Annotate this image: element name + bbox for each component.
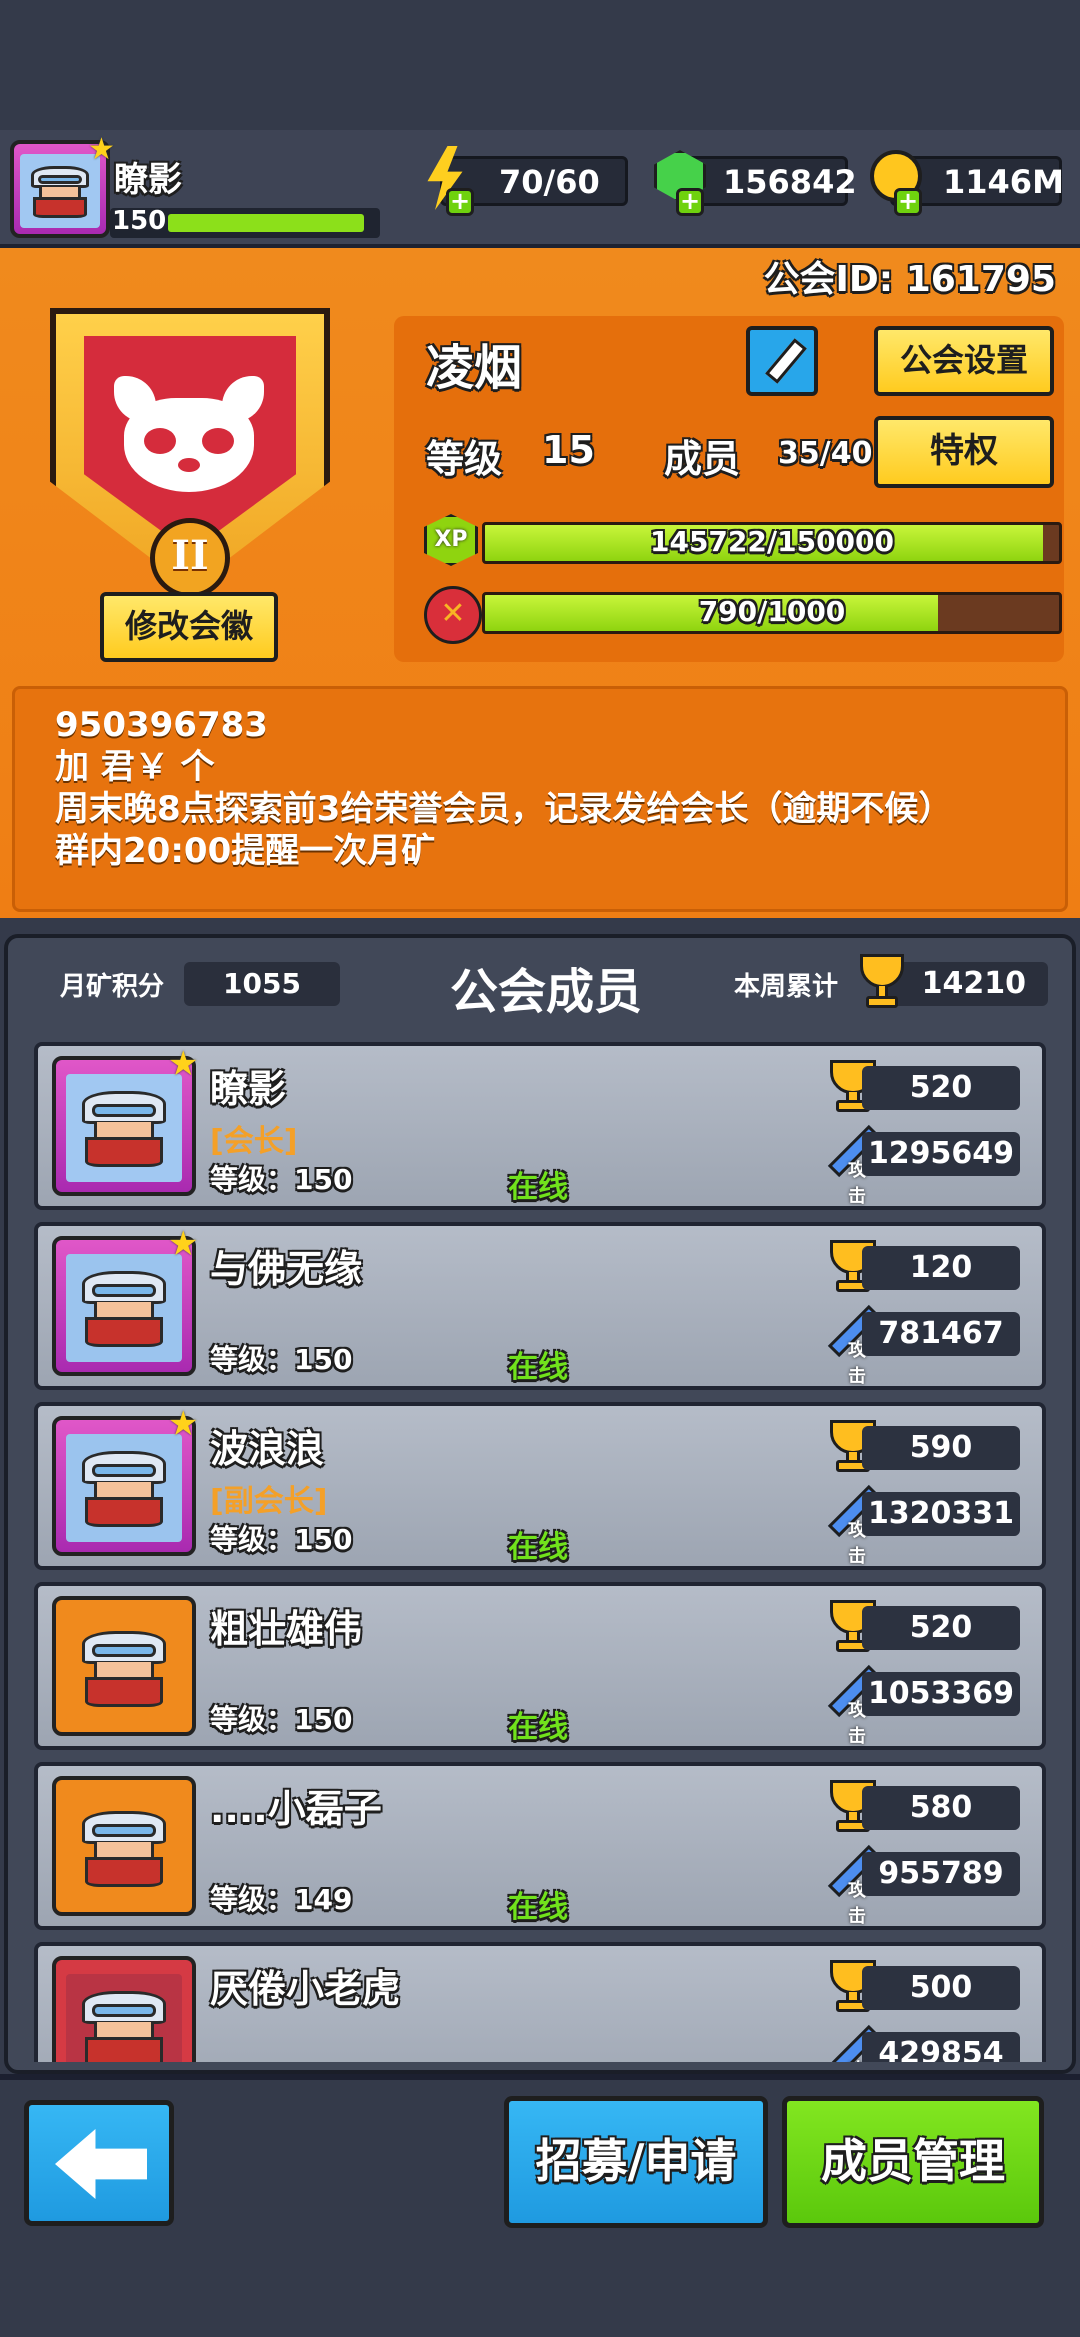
guild-level-label: 等级 — [426, 437, 503, 481]
edit-emblem-label: 修改会徽 — [124, 607, 253, 645]
notice-line: 950396783 — [55, 705, 268, 745]
member-avatar — [52, 1776, 196, 1916]
star-icon: ★ — [168, 1404, 199, 1444]
member-name: 粗壮雄伟 — [210, 1607, 363, 1651]
edit-emblem-button[interactable]: 修改会徽 — [100, 592, 278, 662]
member-row[interactable]: 厌倦小老虎等级：139500攻击429854 — [34, 1942, 1046, 2062]
add-energy-icon[interactable]: + — [446, 188, 474, 216]
guild-notice[interactable]: 950396783 加 君￥ 个 周末晚8点探索前3给荣誉会员，记录发给会长（逾… — [12, 686, 1068, 912]
red-panda-icon — [114, 376, 264, 494]
member-row[interactable]: 粗壮雄伟 等级：150 在线 520 攻击 1053369 — [34, 1582, 1046, 1750]
crossed-axes-icon: ✕ — [424, 586, 482, 644]
member-level: 等级：150 — [210, 1343, 353, 1376]
member-status: 在线 — [508, 1170, 568, 1205]
members-title: 公会成员 — [450, 964, 643, 1020]
recruit-apply-button[interactable]: 招募/申请 — [504, 2096, 768, 2228]
edit-name-button[interactable] — [746, 326, 818, 396]
monthly-mine-number: 1055 — [223, 967, 301, 1000]
members-list[interactable]: ★ 瞭影 [会长] 等级：150 在线 520 攻击 1295649 ★ 与佛无缘 等级：150 在线… — [20, 1030, 1060, 2062]
member-attack: 1320331 — [862, 1492, 1020, 1536]
member-row[interactable]: ★ 波浪浪 [副会长] 等级：150 在线 590 攻击 1320331 — [34, 1402, 1046, 1570]
rank-numeral: II — [171, 532, 209, 579]
member-trophies: 120 — [862, 1246, 1020, 1290]
member-avatar — [52, 1956, 196, 2062]
arrow-left-icon — [55, 2129, 147, 2199]
member-status: 在线 — [508, 1530, 568, 1565]
player-xp-bar: 150 — [110, 206, 380, 238]
notice-line: 周末晚8点探索前3给荣誉会员，记录发给会长（逾期不候） — [55, 789, 953, 829]
member-trophies: 580 — [862, 1786, 1020, 1830]
member-level: 等级：150 — [210, 1163, 353, 1196]
guild-members-value: 35/40 — [778, 436, 873, 471]
gem-value: 156842 — [723, 163, 857, 201]
player-resource-bar: ★ 瞭影 150 70/60 + 156842 + 1146M + — [0, 130, 1080, 248]
notice-line: 群内20:00提醒一次月矿 — [55, 831, 436, 871]
member-level: 等级：150 — [210, 1703, 353, 1736]
member-status: 在线 — [508, 1710, 568, 1745]
member-attack: 1295649 — [862, 1132, 1020, 1176]
monthly-mine-label: 月矿积分 — [60, 972, 165, 1002]
member-management-label: 成员管理 — [821, 2134, 1005, 2188]
member-role: [副会长] — [210, 1484, 328, 1519]
member-name: 瞭影 — [210, 1067, 287, 1111]
star-icon: ★ — [168, 1044, 199, 1084]
member-name: 波浪浪 — [210, 1427, 325, 1471]
back-button[interactable] — [24, 2100, 174, 2226]
player-name: 瞭影 — [114, 160, 182, 200]
member-attack: 781467 — [862, 1312, 1020, 1356]
guild-level-value: 15 — [542, 428, 595, 472]
member-row[interactable]: ★ 与佛无缘 等级：150 在线 120 攻击 781467 — [34, 1222, 1046, 1390]
xp-icon-label: XP — [434, 527, 468, 552]
member-status: 在线 — [508, 1890, 568, 1925]
rank-badge: II — [150, 518, 230, 598]
member-level: 等级：139 — [210, 2058, 352, 2062]
member-name: 与佛无缘 — [210, 1247, 363, 1291]
privilege-button[interactable]: 特权 — [874, 416, 1054, 488]
member-management-button[interactable]: 成员管理 — [782, 2096, 1044, 2228]
guild-xp-text: 145722/150000 — [649, 525, 894, 558]
member-trophies: 520 — [862, 1606, 1020, 1650]
status-area — [0, 0, 1080, 130]
player-level: 150 — [112, 206, 167, 236]
energy-value: 70/60 — [499, 163, 600, 201]
guild-settings-label: 公会设置 — [899, 341, 1028, 379]
guild-points-text: 790/1000 — [698, 595, 846, 628]
recruit-apply-label: 招募/申请 — [535, 2134, 737, 2188]
privilege-label: 特权 — [930, 431, 998, 471]
notice-line: 加 君￥ 个 — [55, 747, 215, 787]
member-attack: 955789 — [862, 1852, 1020, 1896]
member-level: 等级：150 — [210, 1523, 353, 1556]
member-attack: 429854 — [862, 2032, 1020, 2062]
guild-settings-button[interactable]: 公会设置 — [874, 326, 1054, 396]
add-gold-icon[interactable]: + — [894, 188, 922, 216]
member-row[interactable]: ....小磊子 等级：149 在线 580 攻击 955789 — [34, 1762, 1046, 1930]
guild-xp-bar: 145722/150000 — [482, 522, 1062, 564]
monthly-mine-value: 1055 — [184, 962, 340, 1006]
member-avatar — [52, 1596, 196, 1736]
guild-name: 凌烟 — [426, 340, 523, 396]
member-trophies: 500 — [862, 1966, 1020, 2010]
member-trophies: 590 — [862, 1426, 1020, 1470]
pencil-icon — [765, 338, 807, 384]
player-xp-fill — [168, 214, 364, 232]
gold-value: 1146M — [943, 163, 1064, 201]
star-icon: ★ — [88, 132, 115, 167]
star-icon: ★ — [168, 1224, 199, 1264]
member-row[interactable]: ★ 瞭影 [会长] 等级：150 在线 520 攻击 1295649 — [34, 1042, 1046, 1210]
weekly-total-number: 14210 — [921, 966, 1026, 1001]
member-status: 在线 — [508, 1350, 568, 1385]
trophy-icon — [852, 954, 912, 1010]
member-role: [会长] — [210, 1124, 298, 1159]
weekly-total-label: 本周累计 — [734, 972, 839, 1002]
member-trophies: 520 — [862, 1066, 1020, 1110]
guild-points-bar: 790/1000 — [482, 592, 1062, 634]
member-name: 厌倦小老虎 — [210, 1967, 401, 2011]
member-name: ....小磊子 — [210, 1787, 382, 1831]
guild-members-label: 成员 — [664, 437, 741, 481]
guild-id: 公会ID: 161795 — [763, 259, 1056, 300]
member-attack: 1053369 — [862, 1672, 1020, 1716]
add-gems-icon[interactable]: + — [676, 188, 704, 216]
member-level: 等级：149 — [210, 1883, 353, 1916]
